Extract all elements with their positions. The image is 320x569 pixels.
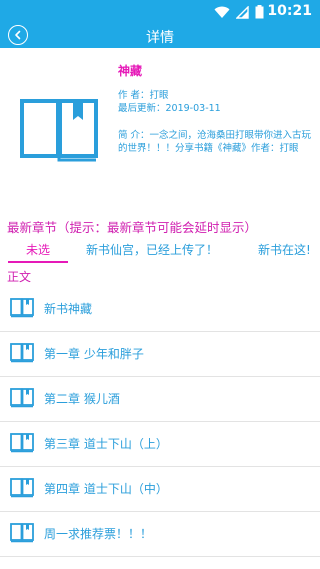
wifi-icon: [214, 6, 230, 18]
book-header: 神藏 作 者：打眼 最后更新：2019-03-11 简 介：一念之间，沧海桑田打…: [0, 48, 320, 208]
book-description: 简 介：一念之间，沧海桑田打眼带你进入古玩的世界！！！分享书籍《神藏》作者：打眼: [118, 130, 312, 154]
book-author: 作 者：打眼: [118, 90, 169, 101]
status-time: 10:21: [267, 3, 312, 19]
chapter-list: 新书神藏 第一章 少年和胖子 第二章 猴儿酒 第三章 道士下山（上） 第四章 道…: [0, 287, 320, 557]
tab-unselected[interactable]: 未选: [26, 238, 50, 262]
book-icon: [10, 343, 34, 363]
active-tab-indicator: [8, 261, 68, 263]
signal-icon: [236, 5, 249, 19]
section-label: 正文: [7, 270, 32, 284]
latest-chapter-label: 最新章节（提示：最新章节可能会延时显示）: [7, 220, 258, 235]
chapter-item[interactable]: 周一求推荐票！！！: [0, 512, 320, 557]
chapter-item[interactable]: 新书神藏: [0, 287, 320, 332]
chapter-item[interactable]: 第二章 猴儿酒: [0, 377, 320, 422]
chapter-item[interactable]: 第一章 少年和胖子: [0, 332, 320, 377]
chapter-title: 第四章 道士下山（中）: [44, 482, 168, 496]
book-icon: [10, 523, 34, 543]
book-cover-icon: [20, 99, 98, 162]
book-title: 神藏: [118, 64, 143, 78]
chapter-item[interactable]: 第四章 道士下山（中）: [0, 467, 320, 512]
chapter-item[interactable]: 第三章 道士下山（上）: [0, 422, 320, 467]
chapter-title: 第三章 道士下山（上）: [44, 437, 168, 451]
page-title: 详情: [146, 30, 174, 46]
chapter-title: 第一章 少年和胖子: [44, 347, 144, 361]
book-icon: [10, 298, 34, 318]
tab-new-book-xiangong[interactable]: 新书仙宫，已经上传了！: [86, 238, 218, 262]
book-icon: [10, 433, 34, 453]
book-icon: [10, 388, 34, 408]
chapter-title: 新书神藏: [44, 302, 93, 316]
tab-new-book-here[interactable]: 新书在这!: [258, 238, 311, 262]
book-info: 神藏 作 者：打眼 最后更新：2019-03-11 简 介：一念之间，沧海桑田打…: [118, 62, 314, 155]
book-icon: [10, 478, 34, 498]
app-bar: 详情: [0, 24, 320, 48]
chapter-title: 周一求推荐票！！！: [44, 527, 153, 541]
chapter-title: 第二章 猴儿酒: [44, 392, 120, 406]
book-updated: 最后更新：2019-03-11: [118, 103, 221, 114]
status-icons: [214, 5, 264, 19]
status-bar: 10:21: [0, 0, 320, 24]
battery-icon: [255, 5, 264, 19]
